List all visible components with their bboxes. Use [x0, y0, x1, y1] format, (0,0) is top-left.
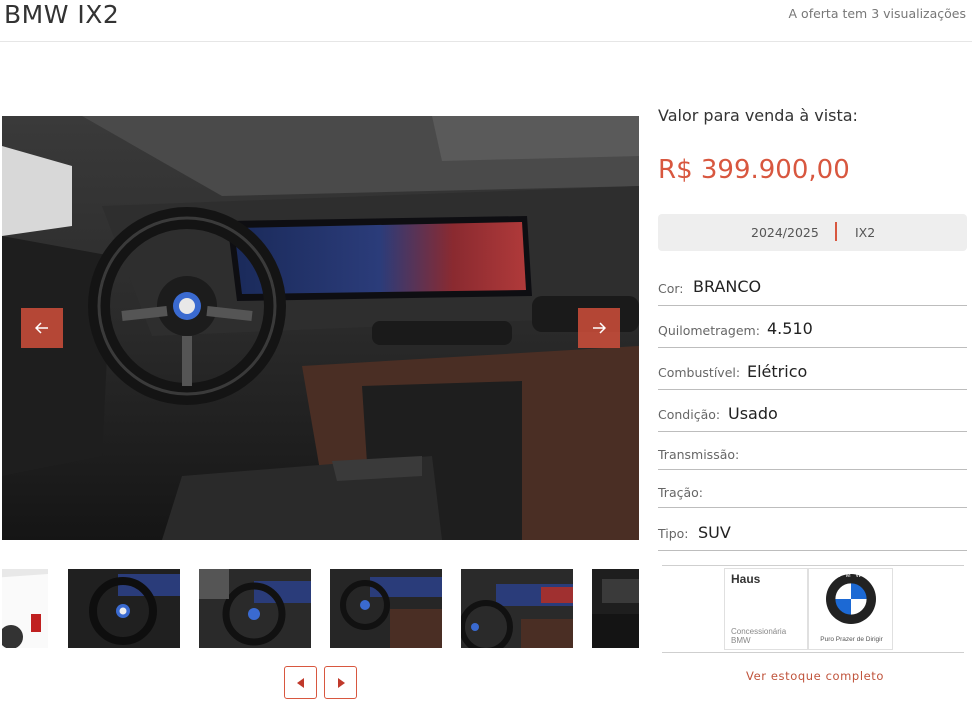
- spec-value: Usado: [728, 404, 778, 423]
- spec-row-type: Tipo: SUV: [658, 508, 967, 551]
- header-divider: [0, 41, 972, 42]
- spec-label: Quilometragem:: [658, 323, 760, 338]
- spec-value: Elétrico: [747, 362, 808, 381]
- price-label: Valor para venda à vista:: [658, 106, 858, 125]
- haus-logo-name: Haus: [731, 572, 761, 586]
- spec-row-transmission: Transmissão:: [658, 432, 967, 470]
- haus-logo-sub2: BMW: [731, 636, 751, 645]
- model-value: IX2: [855, 225, 876, 240]
- spec-label: Tipo:: [658, 526, 689, 541]
- thumbnail-image[interactable]: [199, 569, 311, 648]
- spec-label: Condição:: [658, 407, 721, 422]
- page-title: BMW IX2: [4, 0, 120, 29]
- spec-row-mileage: Quilometragem: 4.510: [658, 306, 967, 348]
- thumbs-next-button[interactable]: [324, 666, 357, 699]
- thumbnail-strip: [2, 569, 639, 648]
- price-value: R$ 399.900,00: [658, 155, 850, 185]
- haus-dealer-logo[interactable]: Haus Concessionária BMW: [724, 568, 808, 650]
- year-model-separator: [835, 222, 837, 241]
- year-value: 2024/2025: [751, 225, 819, 240]
- triangle-left-icon: [296, 677, 304, 688]
- spec-value: SUV: [698, 523, 731, 542]
- thumbnail-image[interactable]: [592, 569, 639, 648]
- thumbnail-image[interactable]: [330, 569, 442, 648]
- full-stock-link[interactable]: Ver estoque completo: [746, 669, 884, 683]
- bmw-tagline: Puro Prazer de Dirigir: [820, 636, 883, 643]
- spec-value: 4.510: [767, 319, 813, 338]
- bmw-logo[interactable]: BMW Puro Prazer de Dirigir: [808, 568, 893, 650]
- spec-label: Transmissão:: [658, 447, 740, 462]
- arrow-right-icon: [593, 322, 606, 334]
- main-car-photo[interactable]: [2, 116, 639, 540]
- bmw-logo-letters: BMW: [836, 573, 867, 579]
- arrow-left-icon: [35, 322, 48, 334]
- spec-row-traction: Tração:: [658, 470, 967, 508]
- spec-label: Cor:: [658, 281, 684, 296]
- thumbnail-image[interactable]: [2, 569, 48, 648]
- main-photo-next-button[interactable]: [578, 308, 620, 348]
- triangle-right-icon: [337, 677, 345, 688]
- haus-logo-sub1: Concessionária: [731, 627, 787, 636]
- spec-value: BRANCO: [693, 277, 762, 296]
- spec-row-condition: Condição: Usado: [658, 390, 967, 432]
- spec-label: Combustível:: [658, 365, 741, 380]
- view-count: A oferta tem 3 visualizações: [788, 6, 966, 21]
- thumbs-prev-button[interactable]: [284, 666, 317, 699]
- year-model-box: 2024/2025 IX2: [658, 214, 967, 251]
- main-photo-prev-button[interactable]: [21, 308, 63, 348]
- thumbnail-image[interactable]: [461, 569, 573, 648]
- spec-row-color: Cor: BRANCO: [658, 268, 967, 306]
- spec-row-fuel: Combustível: Elétrico: [658, 348, 967, 390]
- thumbnail-image[interactable]: [68, 569, 180, 648]
- spec-label: Tração:: [658, 485, 703, 500]
